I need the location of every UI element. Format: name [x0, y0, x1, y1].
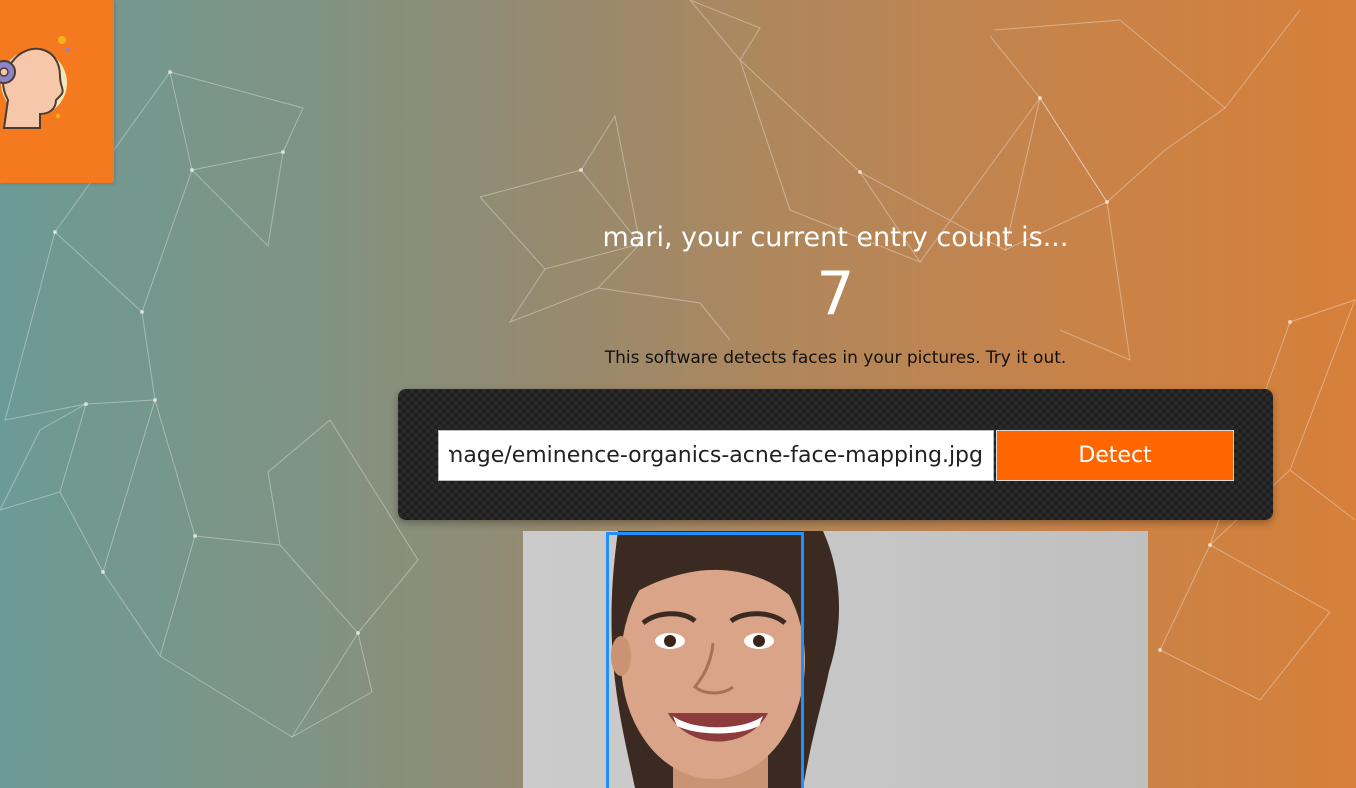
- entry-count: 7: [816, 259, 855, 329]
- detect-form-panel: Detect: [398, 389, 1273, 520]
- description-text: This software detects faces in your pict…: [604, 348, 1067, 368]
- result-image: [523, 531, 1148, 788]
- image-url-input[interactable]: [438, 430, 994, 481]
- greeting-text: mari, your current entry count is...: [602, 222, 1069, 253]
- logo-tile[interactable]: [0, 0, 114, 183]
- face-bounding-box: [606, 532, 804, 788]
- head-with-gear-icon: [0, 36, 70, 129]
- detect-button[interactable]: Detect: [996, 430, 1234, 481]
